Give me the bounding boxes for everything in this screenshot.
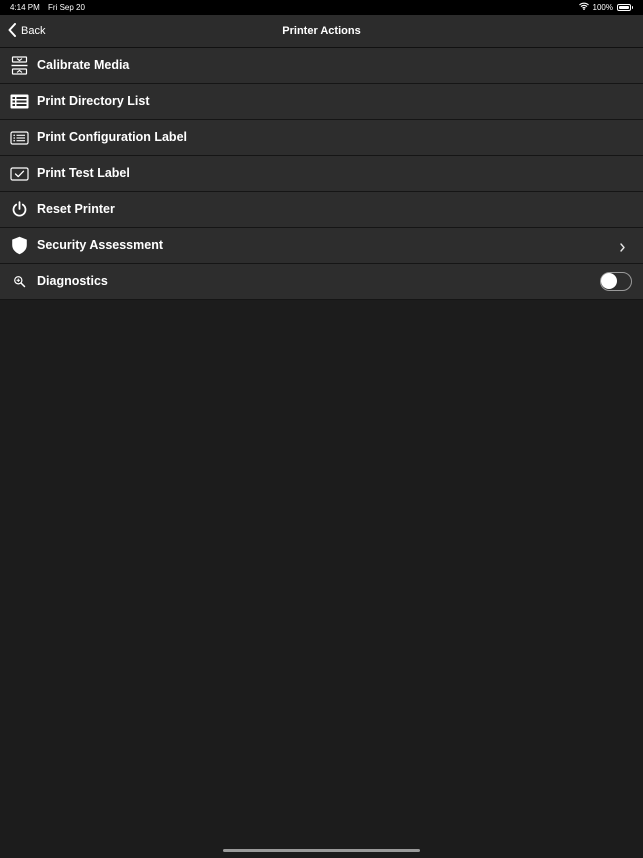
- print-test-label-row[interactable]: Print Test Label: [0, 156, 643, 192]
- home-indicator: [223, 849, 420, 852]
- print-directory-list-row[interactable]: Print Directory List: [0, 84, 643, 120]
- wifi-icon: [578, 2, 589, 12]
- status-date: Fri Sep 20: [48, 3, 85, 12]
- zoom-in-icon: [10, 272, 29, 291]
- row-label: Calibrate Media: [37, 58, 130, 72]
- directory-list-icon: [10, 92, 29, 111]
- power-icon: [10, 200, 29, 219]
- row-label: Print Directory List: [37, 94, 150, 108]
- print-configuration-label-row[interactable]: Print Configuration Label: [0, 120, 643, 156]
- battery-fill: [619, 5, 629, 9]
- row-label: Security Assessment: [37, 238, 163, 252]
- status-bar: 4:14 PM Fri Sep 20 100%: [0, 0, 643, 15]
- status-right: 100%: [578, 2, 633, 12]
- navigation-bar: Back Printer Actions: [0, 15, 643, 48]
- battery-percent: 100%: [592, 2, 613, 12]
- chevron-right-icon: [617, 240, 627, 252]
- row-label: Diagnostics: [37, 274, 108, 288]
- security-assessment-row[interactable]: Security Assessment: [0, 228, 643, 264]
- status-left: 4:14 PM Fri Sep 20: [10, 3, 85, 12]
- battery-icon: [617, 3, 633, 11]
- test-label-icon: [10, 164, 29, 183]
- row-label: Print Test Label: [37, 166, 130, 180]
- calibrate-media-icon: [10, 56, 29, 75]
- reset-printer-row[interactable]: Reset Printer: [0, 192, 643, 228]
- row-label: Print Configuration Label: [37, 130, 187, 144]
- page-title: Printer Actions: [282, 25, 361, 37]
- shield-icon: [10, 236, 29, 255]
- diagnostics-toggle[interactable]: [600, 272, 632, 291]
- printer-actions-list: Calibrate Media Print Directory List Pri…: [0, 48, 643, 300]
- toggle-knob: [601, 273, 617, 289]
- calibrate-media-row[interactable]: Calibrate Media: [0, 48, 643, 84]
- row-label: Reset Printer: [37, 202, 115, 216]
- status-time: 4:14 PM: [10, 3, 40, 12]
- diagnostics-row: Diagnostics: [0, 264, 643, 300]
- configuration-label-icon: [10, 128, 29, 147]
